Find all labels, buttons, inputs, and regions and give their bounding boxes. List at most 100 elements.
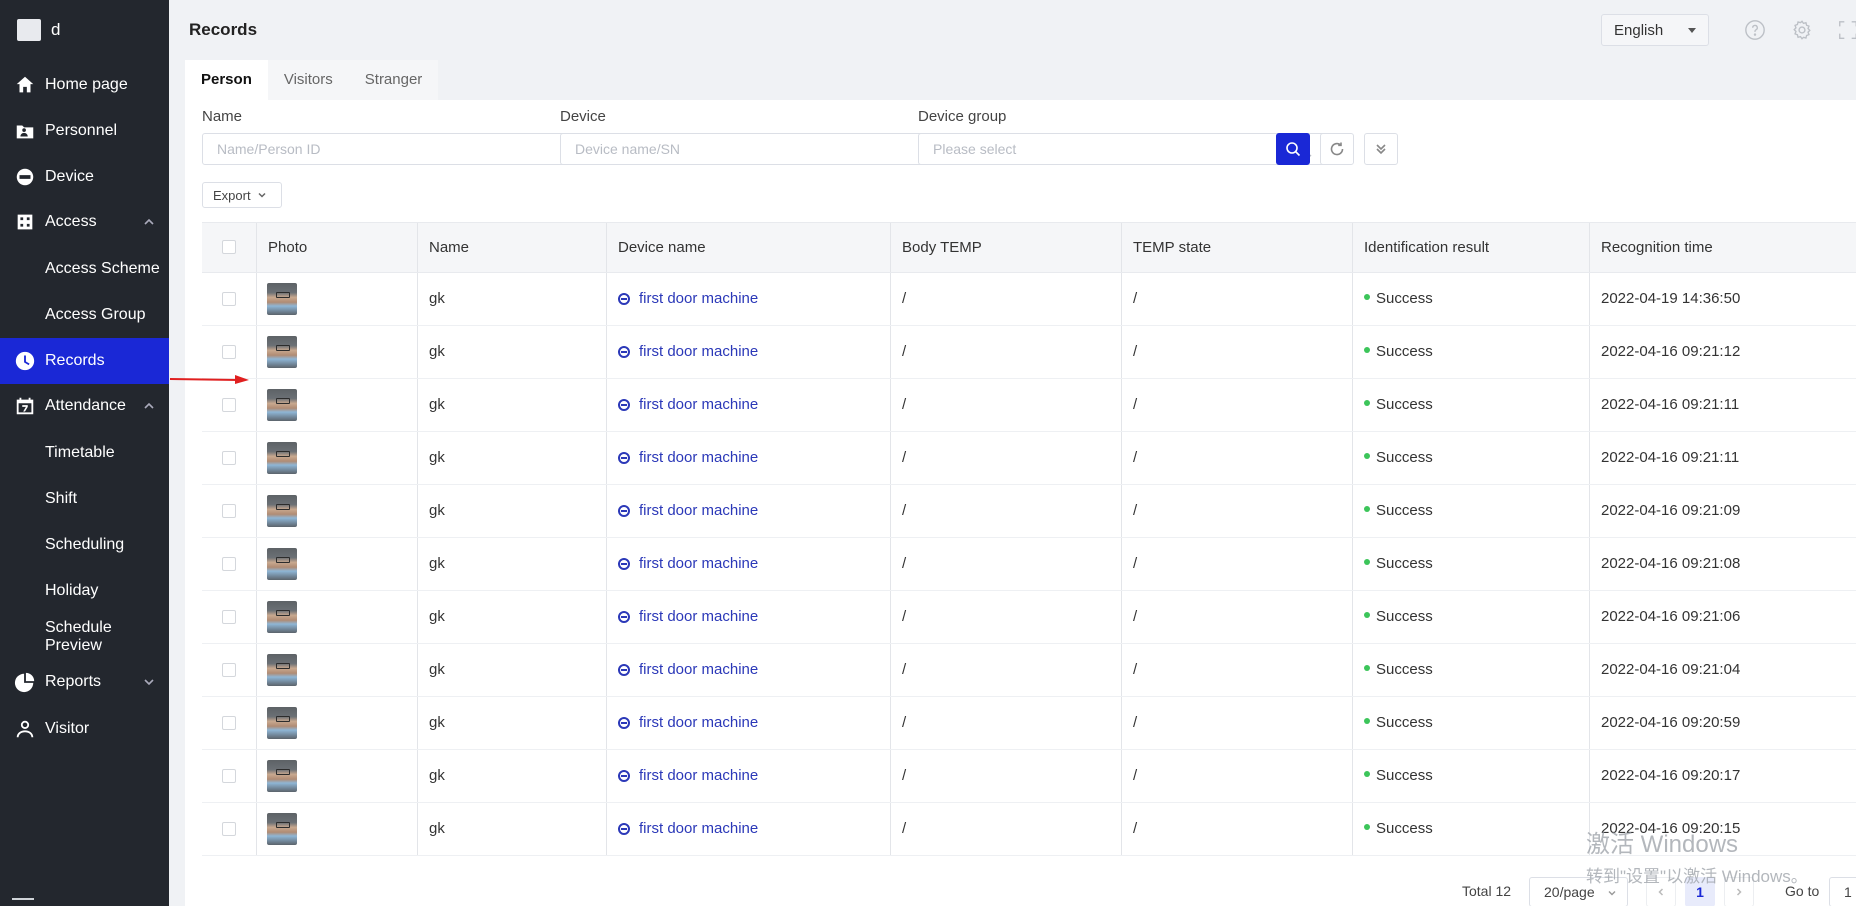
row-checkbox[interactable]: [222, 451, 236, 465]
device-icon: [618, 664, 630, 676]
recognition-time-cell: 2022-04-16 09:21:12: [1589, 326, 1856, 378]
device-icon: [618, 611, 630, 623]
person-photo[interactable]: [267, 336, 297, 368]
person-photo[interactable]: [267, 813, 297, 845]
table-row[interactable]: gk first door machine / / Success 2022-04-16 …: [202, 538, 1856, 591]
device-link[interactable]: first door machine: [618, 750, 890, 802]
row-checkbox[interactable]: [222, 398, 236, 412]
row-checkbox[interactable]: [222, 610, 236, 624]
device-link[interactable]: first door machine: [618, 379, 890, 431]
sidebar-item-shift[interactable]: Shift: [0, 476, 169, 522]
row-select-cell: [202, 538, 256, 590]
row-checkbox[interactable]: [222, 822, 236, 836]
table-row[interactable]: gk first door machine / / Success 2022-04-16 …: [202, 432, 1856, 485]
temp-state-cell: /: [1121, 803, 1352, 855]
sidebar-item-access[interactable]: Access: [0, 199, 169, 245]
name-cell: gk: [417, 326, 606, 378]
device-link[interactable]: first door machine: [618, 803, 890, 855]
row-select-cell: [202, 750, 256, 802]
sidebar-item-schedule-preview[interactable]: Schedule Preview: [0, 614, 169, 660]
column-header-temp-state: TEMP state: [1121, 223, 1352, 272]
sidebar-item-scheduling[interactable]: Scheduling: [0, 522, 169, 568]
row-checkbox[interactable]: [222, 769, 236, 783]
table-row[interactable]: gk first door machine / / Success 2022-04-16 …: [202, 326, 1856, 379]
device-link[interactable]: first door machine: [618, 432, 890, 484]
language-select[interactable]: English: [1601, 14, 1709, 46]
device-link[interactable]: first door machine: [618, 326, 890, 378]
person-photo[interactable]: [267, 389, 297, 421]
sidebar-item-access-scheme[interactable]: Access Scheme: [0, 246, 169, 292]
select-all-checkbox[interactable]: [222, 240, 236, 254]
name-cell: gk: [417, 538, 606, 590]
row-checkbox[interactable]: [222, 345, 236, 359]
sidebar-item-visitor[interactable]: Visitor: [0, 706, 169, 752]
search-icon: [1286, 142, 1301, 157]
device-link[interactable]: first door machine: [618, 697, 890, 749]
brand[interactable]: d: [0, 0, 169, 60]
device-input[interactable]: Device name/SN: [560, 133, 968, 165]
device-name-cell: first door machine: [606, 803, 890, 855]
status-dot-icon: [1364, 771, 1370, 778]
row-checkbox[interactable]: [222, 292, 236, 306]
identification-result-cell: Success: [1352, 697, 1589, 749]
tab-visitors[interactable]: Visitors: [268, 60, 349, 100]
person-photo[interactable]: [267, 495, 297, 527]
photo-cell: [256, 273, 417, 325]
tab-person[interactable]: Person: [185, 60, 268, 100]
photo-cell: [256, 591, 417, 643]
expand-filters-button[interactable]: [1364, 133, 1398, 165]
device-link[interactable]: first door machine: [618, 591, 890, 643]
device-link[interactable]: first door machine: [618, 273, 890, 325]
device-icon: [618, 558, 630, 570]
table-row[interactable]: gk first door machine / / Success 2022-04-16 …: [202, 644, 1856, 697]
reset-button[interactable]: [1320, 133, 1354, 165]
sidebar-item-timetable[interactable]: Timetable: [0, 430, 169, 476]
person-photo[interactable]: [267, 760, 297, 792]
row-checkbox[interactable]: [222, 716, 236, 730]
chevron-left-icon: [1658, 888, 1664, 896]
sidebar-item-device[interactable]: Device: [0, 154, 169, 200]
person-photo[interactable]: [267, 283, 297, 315]
person-photo[interactable]: [267, 548, 297, 580]
row-checkbox[interactable]: [222, 557, 236, 571]
watermark-line-1: 激活 Windows: [1586, 831, 1739, 858]
fullscreen-icon[interactable]: [1836, 18, 1856, 42]
sidebar-item-holiday[interactable]: Holiday: [0, 568, 169, 614]
help-icon[interactable]: [1743, 18, 1767, 42]
table-row[interactable]: gk first door machine / / Success 2022-04-19 …: [202, 273, 1856, 326]
device-link-label: first door machine: [639, 290, 759, 307]
sidebar-item-attendance[interactable]: Attendance: [0, 383, 169, 429]
table-row[interactable]: gk first door machine / / Success 2022-04-16 …: [202, 485, 1856, 538]
column-header-identification-result: Identification result: [1352, 223, 1589, 272]
table-row[interactable]: gk first door machine / / Success 2022-04-16 …: [202, 697, 1856, 750]
device-name-cell: first door machine: [606, 485, 890, 537]
device-group-select[interactable]: Please select: [918, 133, 1326, 165]
person-photo[interactable]: [267, 654, 297, 686]
export-button[interactable]: Export: [202, 182, 282, 208]
chevron-down-icon: [258, 192, 266, 198]
sidebar-item-home-page[interactable]: Home page: [0, 62, 169, 108]
table-row[interactable]: gk first door machine / / Success 2022-04-16 …: [202, 379, 1856, 432]
gear-icon[interactable]: [1790, 18, 1814, 42]
sidebar-item-access-group[interactable]: Access Group: [0, 292, 169, 338]
device-link[interactable]: first door machine: [618, 644, 890, 696]
name-input[interactable]: Name/Person ID: [202, 133, 610, 165]
sidebar-item-personnel[interactable]: Personnel: [0, 108, 169, 154]
row-checkbox[interactable]: [222, 663, 236, 677]
device-icon: [618, 399, 630, 411]
person-photo[interactable]: [267, 442, 297, 474]
sidebar-item-reports[interactable]: Reports: [0, 659, 169, 705]
goto-page-input[interactable]: 1: [1829, 877, 1856, 906]
temp-state-cell: /: [1121, 591, 1352, 643]
device-link[interactable]: first door machine: [618, 485, 890, 537]
search-button[interactable]: [1276, 133, 1310, 165]
device-link[interactable]: first door machine: [618, 538, 890, 590]
person-photo[interactable]: [267, 707, 297, 739]
row-checkbox[interactable]: [222, 504, 236, 518]
tab-stranger[interactable]: Stranger: [349, 60, 439, 100]
table-row[interactable]: gk first door machine / / Success 2022-04-16 …: [202, 750, 1856, 803]
result-label: Success: [1376, 608, 1433, 625]
sidebar-item-records[interactable]: Records: [0, 338, 169, 384]
table-row[interactable]: gk first door machine / / Success 2022-04-16 …: [202, 591, 1856, 644]
person-photo[interactable]: [267, 601, 297, 633]
